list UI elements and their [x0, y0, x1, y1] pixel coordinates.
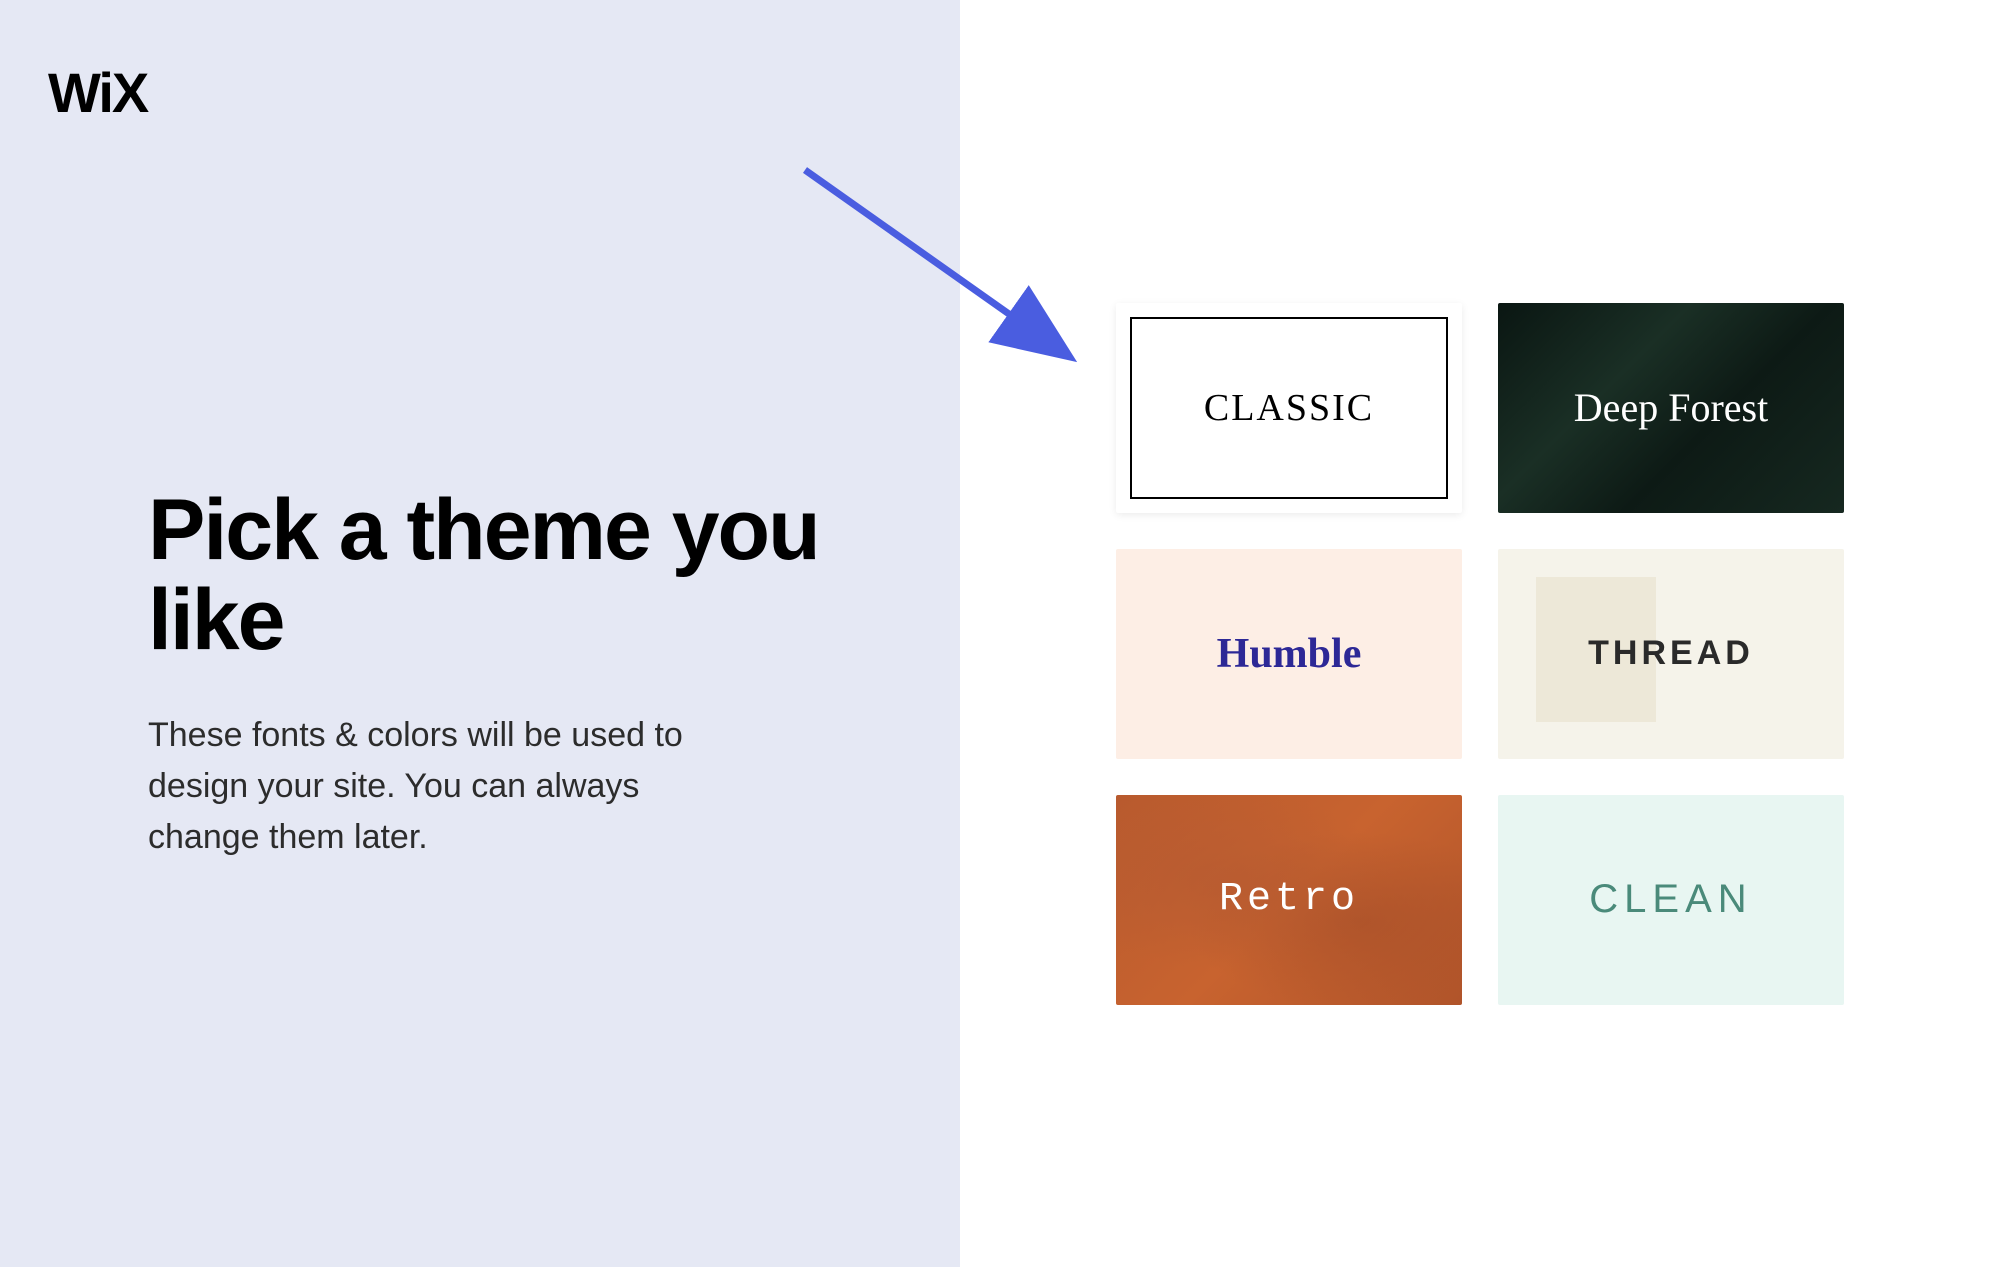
theme-label: THREAD: [1588, 634, 1754, 673]
theme-label: CLASSIC: [1204, 386, 1374, 430]
wix-logo: WiX: [48, 60, 912, 125]
theme-card-deep-forest[interactable]: Deep Forest: [1498, 303, 1844, 513]
theme-card-retro[interactable]: Retro: [1116, 795, 1462, 1005]
theme-card-thread[interactable]: THREAD: [1498, 549, 1844, 759]
theme-card-classic[interactable]: CLASSIC: [1116, 303, 1462, 513]
page-description: These fonts & colors will be used to des…: [148, 710, 708, 863]
intro-text-block: Pick a theme you like These fonts & colo…: [48, 485, 912, 863]
theme-card-humble[interactable]: Humble: [1116, 549, 1462, 759]
theme-card-clean[interactable]: CLEAN: [1498, 795, 1844, 1005]
theme-label: CLEAN: [1589, 877, 1752, 922]
right-panel: CLASSIC Deep Forest Humble THREAD Retro …: [960, 0, 2000, 1267]
theme-classic-border: CLASSIC: [1130, 317, 1448, 499]
theme-label: Deep Forest: [1574, 384, 1768, 431]
theme-label: Humble: [1217, 630, 1362, 678]
themes-grid: CLASSIC Deep Forest Humble THREAD Retro …: [1116, 303, 1844, 1005]
page-heading: Pick a theme you like: [148, 485, 912, 666]
annotation-arrow-icon: [795, 160, 1105, 380]
theme-label: Retro: [1219, 877, 1359, 922]
